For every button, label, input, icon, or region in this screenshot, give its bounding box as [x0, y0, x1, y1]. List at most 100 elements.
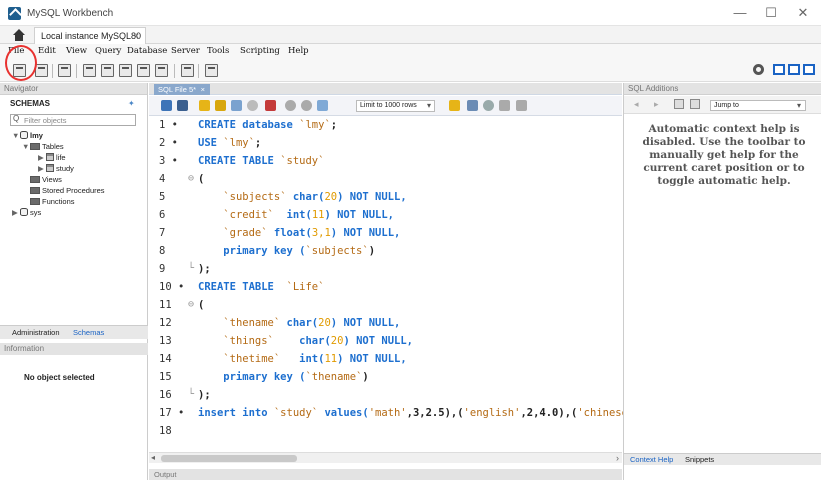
tree-schema-lmy[interactable]: ▼ lmy: [12, 131, 43, 140]
add-snippet-icon[interactable]: [449, 100, 460, 111]
expand-arrow-icon[interactable]: ▼: [12, 131, 20, 140]
menu-help[interactable]: Help: [288, 46, 309, 56]
minimize-button[interactable]: —: [726, 4, 754, 22]
line-number: 17 •: [159, 407, 185, 419]
code-line: CREATE database `lmy`;: [198, 119, 338, 131]
schemas-heading: SCHEMAS: [10, 99, 51, 108]
code-line: );: [198, 263, 211, 275]
home-icon[interactable]: [12, 29, 26, 41]
reconnect-icon[interactable]: [205, 64, 218, 77]
create-procedure-icon[interactable]: [137, 64, 150, 77]
code-line: CREATE TABLE `study`: [198, 155, 325, 167]
close-connection-tab-button[interactable]: ×: [134, 31, 139, 41]
menu-edit[interactable]: Edit: [38, 46, 56, 56]
tree-table-life[interactable]: ▶ life: [38, 153, 66, 162]
collapse-arrow-icon[interactable]: ▶: [38, 164, 46, 173]
menu-scripting[interactable]: Scripting: [240, 46, 280, 56]
tree-stored-procedures[interactable]: Stored Procedures: [22, 186, 105, 195]
menu-server[interactable]: Server: [171, 46, 200, 56]
forward-icon[interactable]: ▸: [654, 99, 659, 110]
commit-icon[interactable]: [285, 100, 296, 111]
execute-current-icon[interactable]: [215, 100, 226, 111]
tree-views[interactable]: Views: [22, 175, 62, 184]
navigator-header: Navigator: [0, 83, 147, 95]
navigator-tabs: Administration Schemas: [0, 325, 148, 339]
toggle-sidebar-icon[interactable]: [773, 64, 785, 75]
toggle-secondary-sidebar-icon[interactable]: [803, 64, 815, 75]
menu-bar: File Edit View Query Database Server Too…: [0, 44, 821, 60]
manual-help-icon[interactable]: [674, 99, 684, 109]
sql-additions-toolbar: ◂ ▸ Jump to: [624, 96, 821, 114]
auto-help-icon[interactable]: [690, 99, 700, 109]
refresh-schemas-icon[interactable]: ✦: [128, 99, 135, 108]
toggle-stop-on-error-icon[interactable]: [265, 100, 276, 111]
autocommit-icon[interactable]: [317, 100, 328, 111]
sql-editor[interactable]: 1 • 2 • 3 • 4 5 6 7 8 9 10 • 11 12 13 14…: [149, 116, 628, 452]
output-panel-header[interactable]: Output: [149, 469, 622, 480]
rollback-icon[interactable]: [301, 100, 312, 111]
no-object-selected-text: No object selected: [24, 373, 95, 382]
tab-snippets[interactable]: Snippets: [685, 455, 714, 464]
back-icon[interactable]: ◂: [634, 99, 639, 110]
code-line: primary key (`thename`): [198, 371, 369, 383]
editor-tab-strip: SQL File 5* ×: [149, 83, 622, 95]
invisible-characters-icon[interactable]: [499, 100, 510, 111]
editor-horizontal-scrollbar[interactable]: ◂ ›: [149, 452, 622, 463]
maximize-button[interactable]: ☐: [757, 4, 785, 22]
tree-tables[interactable]: ▼ Tables: [22, 142, 64, 151]
line-number: 15: [159, 371, 172, 383]
context-help-text: Automatic context help is disabled. Use …: [642, 123, 806, 187]
tab-context-help[interactable]: Context Help: [630, 455, 673, 464]
create-function-icon[interactable]: [155, 64, 168, 77]
tree-table-study[interactable]: ▶ study: [38, 164, 74, 173]
table-icon: [46, 153, 54, 161]
line-number: 13: [159, 335, 172, 347]
find-icon[interactable]: [483, 100, 494, 111]
code-line: `things` char(20) NOT NULL,: [223, 335, 413, 347]
toolbar-separator: [198, 64, 199, 78]
expand-arrow-icon[interactable]: ▼: [22, 142, 30, 151]
scrollbar-thumb[interactable]: [161, 455, 297, 462]
search-table-data-icon[interactable]: [181, 64, 194, 77]
create-table-icon[interactable]: [101, 64, 114, 77]
close-window-button[interactable]: ✕: [789, 4, 817, 22]
sql-file-tab[interactable]: SQL File 5* ×: [154, 84, 210, 95]
open-folder-icon[interactable]: [161, 100, 172, 111]
close-sql-tab-button[interactable]: ×: [201, 85, 205, 94]
tab-administration[interactable]: Administration: [12, 328, 60, 337]
beautify-icon[interactable]: [467, 100, 478, 111]
save-icon[interactable]: [177, 100, 188, 111]
collapse-arrow-icon[interactable]: ▶: [38, 153, 46, 162]
annotation-red-circle: [5, 45, 37, 81]
menu-database[interactable]: Database: [127, 46, 167, 56]
create-schema-icon[interactable]: [83, 64, 96, 77]
tree-functions[interactable]: Functions: [22, 197, 75, 206]
open-sql-script-icon[interactable]: [35, 64, 48, 77]
execute-icon[interactable]: [199, 100, 210, 111]
stop-icon[interactable]: [247, 100, 258, 111]
gear-icon[interactable]: [753, 64, 764, 75]
fold-marker-icon[interactable]: ⊖: [188, 173, 194, 184]
jump-to-select[interactable]: Jump to: [710, 100, 806, 111]
editor-toolbar: Limit to 1000 rows: [149, 96, 622, 116]
fold-marker-icon[interactable]: ⊖: [188, 299, 194, 310]
word-wrap-icon[interactable]: [516, 100, 527, 111]
connection-tab[interactable]: Local instance MySQL80 ×: [34, 27, 146, 44]
menu-query[interactable]: Query: [95, 46, 121, 56]
menu-view[interactable]: View: [66, 46, 87, 56]
menu-tools[interactable]: Tools: [207, 46, 229, 56]
explain-icon[interactable]: [231, 100, 242, 111]
scroll-left-icon[interactable]: ◂: [151, 453, 155, 462]
filter-objects-input[interactable]: Filter objects: [10, 114, 136, 126]
limit-rows-select[interactable]: Limit to 1000 rows: [356, 100, 435, 112]
code-line: (: [198, 173, 205, 185]
collapse-arrow-icon[interactable]: ▶: [12, 208, 20, 217]
folder-icon: [30, 198, 40, 205]
create-view-icon[interactable]: [119, 64, 132, 77]
toggle-output-icon[interactable]: [788, 64, 800, 75]
tab-schemas[interactable]: Schemas: [73, 328, 104, 337]
inspect-object-icon[interactable]: [58, 64, 71, 77]
tree-schema-sys[interactable]: ▶ sys: [12, 208, 41, 217]
folder-icon: [30, 143, 40, 150]
scroll-right-icon[interactable]: ›: [616, 453, 619, 463]
